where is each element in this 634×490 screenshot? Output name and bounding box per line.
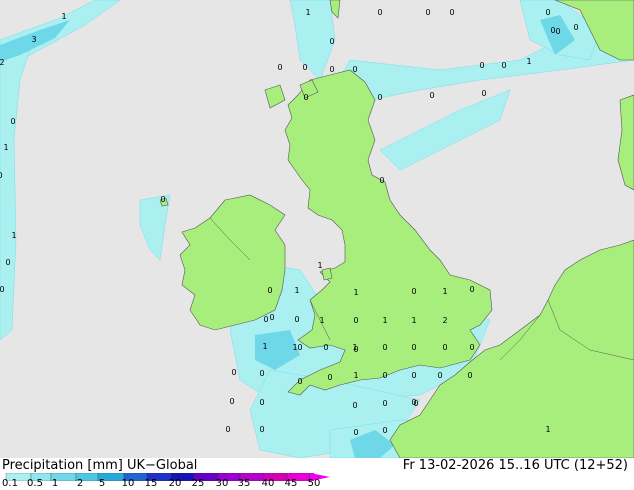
map-value-label: 0: [353, 316, 358, 325]
map-value-label: 0: [327, 373, 332, 382]
colorbar-tick-label: 0.5: [27, 478, 43, 489]
map-value-label: 0: [382, 343, 387, 352]
map-value-label: 0: [481, 89, 486, 98]
map-value-label: 1: [3, 143, 8, 152]
map-value-label: 1: [411, 316, 416, 325]
map-value-label: 0: [437, 371, 442, 380]
map-value-label: 0: [294, 315, 299, 324]
map-value-label: 0: [277, 63, 282, 72]
map-value-label: 0: [229, 397, 234, 406]
map-value-label: 0: [323, 343, 328, 352]
map-value-label: 0: [449, 8, 454, 17]
map-value-label: 0: [555, 27, 560, 36]
colorbar-tick-label: 0.1: [2, 478, 18, 489]
map-value-label: 0: [411, 343, 416, 352]
map-value-label: 1: [382, 316, 387, 325]
map-value-label: 0: [382, 399, 387, 408]
map-value-label: 1: [305, 8, 310, 17]
map-value-label: 0: [259, 369, 264, 378]
map-value-label: 0: [0, 171, 3, 180]
map-value-label: 0: [411, 371, 416, 380]
map-value-label: 0: [425, 8, 430, 17]
map-value-label: 1: [353, 288, 358, 297]
map-value-label: 0: [501, 61, 506, 70]
map-value-label: 0: [382, 426, 387, 435]
map-value-label: 0: [429, 91, 434, 100]
map-value-label: 1: [526, 57, 531, 66]
map-value-label: 0: [259, 398, 264, 407]
colorbar-tick-label: 5: [98, 478, 106, 489]
map-value-label: 0: [303, 93, 308, 102]
map-value-label: 0: [329, 37, 334, 46]
map-value-label: 0: [231, 368, 236, 377]
map-value-label: 1: [319, 316, 324, 325]
map-value-label: 0: [469, 285, 474, 294]
map-value-label: 1: [11, 231, 16, 240]
colorbar-tick-label: 1: [51, 478, 59, 489]
map-value-label: 0: [5, 258, 10, 267]
map-value-label: 0: [10, 117, 15, 126]
map-value-label: 0: [545, 8, 550, 17]
map-value-label: 0: [259, 425, 264, 434]
map-value-label: 0: [352, 401, 357, 410]
map-value-label: 0: [411, 287, 416, 296]
map-value-label: 0: [225, 425, 230, 434]
map-value-label: 2: [442, 316, 447, 325]
map-value-label: 1: [317, 261, 322, 270]
colorbar-tick-label: 35: [237, 478, 251, 489]
precipitation-map: 1 3 2 0 1 0 1 0 0 0 0 0 0 0 0 0 0 1 0 0 0 0 0 0 0 0 0 0 0 0 1 1 1 0 0 0 0 1 0 1…: [0, 0, 634, 458]
map-value-label: 0: [267, 286, 272, 295]
map-value-label: 0: [297, 377, 302, 386]
map-value-label: 0: [413, 399, 418, 408]
map-value-label: 0: [377, 8, 382, 17]
colorbar-tick-label: 25: [191, 478, 205, 489]
map-value-label: 0: [329, 65, 334, 74]
colorbar-tick-label: 40: [261, 478, 275, 489]
map-value-label: 2: [0, 58, 5, 67]
map-value-label: 0: [297, 343, 302, 352]
map-value-label: 0: [353, 345, 358, 354]
map-value-label: 0: [160, 195, 165, 204]
map-value-label: 0: [573, 23, 578, 32]
map-value-label: 0: [382, 371, 387, 380]
colorbar-tick-label: 20: [168, 478, 182, 489]
map-value-label: 1: [353, 371, 358, 380]
map-value-label: 0: [352, 65, 357, 74]
map-value-label: 0: [302, 63, 307, 72]
map-value-label: 1: [262, 342, 267, 351]
colorbar-tick-label: 10: [121, 478, 135, 489]
colorbar-tick-label: 15: [144, 478, 158, 489]
colorbar-tick-label: 50: [307, 478, 321, 489]
map-value-label: 0: [353, 428, 358, 437]
product-title: Precipitation [mm] UK−Global: [2, 458, 198, 473]
colorbar-tick-label: 45: [284, 478, 298, 489]
map-value-label: 0: [263, 315, 268, 324]
valid-datetime: Fr 13-02-2026 15..16 UTC (12+52): [402, 458, 628, 473]
map-value-label: 1: [442, 287, 447, 296]
map-value-label: 3: [31, 35, 36, 44]
map-value-label: 0: [469, 343, 474, 352]
map-value-label: 1: [545, 425, 550, 434]
map-value-label: 0: [467, 371, 472, 380]
map-value-label: 0: [479, 61, 484, 70]
map-value-label: 0: [442, 343, 447, 352]
map-value-label: 0: [269, 313, 274, 322]
map-value-label: 1: [61, 12, 66, 21]
colorbar-tick-label: 2: [76, 478, 84, 489]
colorbar-tick-label: 30: [215, 478, 229, 489]
map-value-label: 0: [0, 285, 5, 294]
map-value-label: 0: [377, 93, 382, 102]
map-value-label: 1: [294, 286, 299, 295]
footer-legend: Precipitation [mm] UK−Global Fr 13-02-20…: [0, 458, 634, 490]
map-value-label: 0: [379, 176, 384, 185]
